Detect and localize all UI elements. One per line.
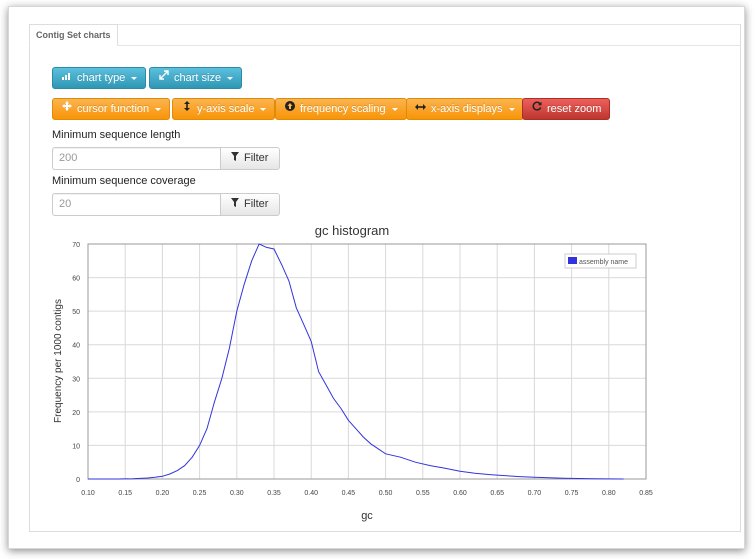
series-line-assembly-name bbox=[88, 243, 624, 480]
y-tick-label: 40 bbox=[72, 343, 80, 350]
x-tick-label: 0.30 bbox=[230, 490, 244, 497]
legend-swatch bbox=[568, 257, 577, 264]
chart-grid bbox=[87, 243, 647, 480]
x-axis-label: gc bbox=[361, 510, 373, 522]
gc-histogram-chart[interactable]: gc histogram 0.10 0.15 0.20 0.25 0.30 0.35 0.4… bbox=[0, 0, 755, 559]
y-tick-label: 60 bbox=[72, 276, 80, 283]
x-tick-label: 0.40 bbox=[304, 490, 318, 497]
x-tick-label: 0.85 bbox=[639, 490, 653, 497]
x-tick-label: 0.65 bbox=[490, 490, 504, 497]
plot-area bbox=[87, 243, 647, 480]
x-tick-label: 0.15 bbox=[118, 490, 132, 497]
y-tick-label: 30 bbox=[72, 376, 80, 383]
y-tick-label: 20 bbox=[72, 410, 80, 417]
x-tick-label: 0.20 bbox=[156, 490, 170, 497]
y-tick-label: 10 bbox=[72, 443, 80, 450]
x-tick-label: 0.10 bbox=[81, 490, 95, 497]
x-tick-label: 0.60 bbox=[453, 490, 467, 497]
x-tick-label: 0.45 bbox=[342, 490, 356, 497]
tab-contig-set-charts[interactable]: Contig Set charts bbox=[29, 24, 118, 46]
x-tick-label: 0.75 bbox=[565, 490, 579, 497]
y-tick-label: 0 bbox=[76, 477, 80, 484]
legend: assembly name bbox=[564, 253, 637, 269]
x-tick-label: 0.80 bbox=[602, 490, 616, 497]
x-tick-label: 0.25 bbox=[193, 490, 207, 497]
y-axis-label: Frequency per 1000 contigs bbox=[53, 299, 64, 423]
x-tick-label: 0.70 bbox=[528, 490, 542, 497]
x-tick-label: 0.35 bbox=[267, 490, 281, 497]
y-axis-ticks: 0 10 20 30 40 50 60 70 bbox=[72, 242, 80, 484]
y-tick-label: 50 bbox=[72, 309, 80, 316]
x-tick-label: 0.55 bbox=[416, 490, 430, 497]
y-tick-label: 70 bbox=[72, 242, 80, 249]
x-axis-ticks: 0.10 0.15 0.20 0.25 0.30 0.35 0.40 0.45 0.50 0.55… bbox=[81, 490, 653, 497]
chart-title: gc histogram bbox=[315, 223, 389, 238]
x-tick-label: 0.50 bbox=[379, 490, 393, 497]
legend-label: assembly name bbox=[579, 259, 628, 266]
